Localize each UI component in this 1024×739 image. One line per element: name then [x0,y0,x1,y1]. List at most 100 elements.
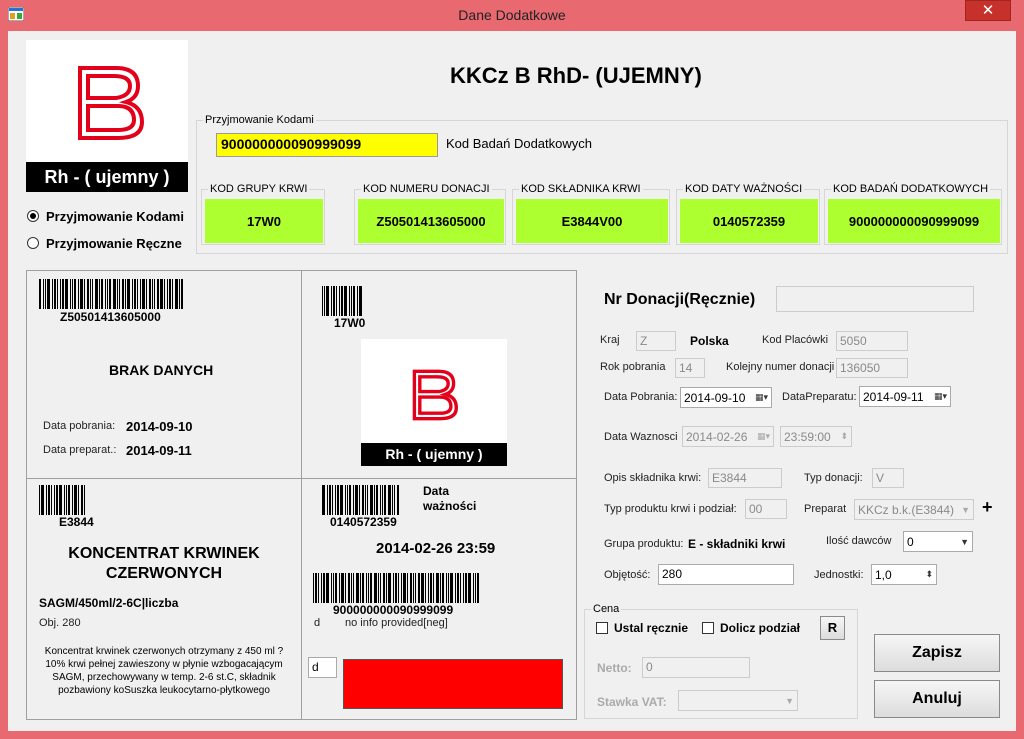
barcode-bar [353,573,354,603]
blood-group-logo: Rh - ( ujemny ) [26,40,188,192]
barcode-bar [84,485,85,515]
barcode-bar [318,573,319,603]
data-waznosci-label: Data Waznosci [604,431,678,443]
time-spinner[interactable]: 23:59:00 ⬍ [780,426,852,447]
mode-reczne-label[interactable]: Przyjmowanie Ręczne [46,236,182,251]
barcode-bar [340,485,343,515]
barcode-bar [56,485,58,515]
ustal-label[interactable]: Ustal ręcznie [614,621,688,635]
barcode-bar [360,573,361,603]
barcode-bar [383,573,385,603]
opis-label: Opis składnika krwi: [604,472,702,484]
netto-label: Netto: [597,661,632,675]
manual-donation-input[interactable] [776,286,974,312]
barcode-bar [169,279,171,309]
barcode-bar [428,573,429,603]
kolejny-input[interactable]: 136050 [836,358,908,378]
codes-group-legend: Przyjmowanie Kodami [205,114,314,126]
typ-donacji-input[interactable]: V [872,468,904,488]
kod-placowki-label: Kod Placówki [762,334,829,346]
dolicz-label[interactable]: Dolicz podział [720,621,800,635]
barcode-bar [60,279,61,309]
barcode-bar [388,573,391,603]
rok-input[interactable]: 14 [675,358,705,378]
component-description: Koncentrat krwinek czerwonych otrzymany … [44,646,284,696]
barcode-bar [331,286,332,316]
manual-title: Nr Donacji(Ręcznie) [604,291,756,308]
barcode-bar [122,279,124,309]
barcode-bar [355,485,358,515]
dolicz-checkbox[interactable] [702,622,714,634]
tests-d-label: d [314,617,321,629]
barcode-bar [43,279,44,309]
data-waznosci-picker[interactable]: 2014-02-26 ▦▾ [682,426,774,447]
close-button[interactable]: ✕ [965,0,1011,21]
data-preparatu-picker[interactable]: 2014-09-11 ▦▾ [859,386,951,407]
tests-code-value: 900000000090999099 [828,199,1000,243]
kraj-label: Kraj [600,334,620,346]
barcode-bar [465,573,467,603]
add-plus-button[interactable]: + [982,497,993,518]
mode-kodami-label[interactable]: Przyjmowanie Kodami [46,209,184,224]
red-indicator [343,659,563,709]
barcode-bar [398,573,399,603]
mode-reczne-radio[interactable] [27,237,39,249]
cancel-button[interactable]: Anuluj [874,680,1000,718]
d-field[interactable]: d [308,657,337,678]
tests-barcode-text: 900000000090999099 [333,603,454,617]
barcode-bar [327,485,328,515]
barcode-bar [331,573,332,603]
barcode-bar [107,279,108,309]
barcode-bar [54,279,56,309]
preparat-select[interactable]: KKCz b.k.(E3844) ▼ [854,499,974,520]
kod-placowki-input[interactable]: 5050 [836,331,908,351]
no-data-label: BRAK DANYCH [109,362,214,378]
jednostki-spinner[interactable]: 1,0 ⬍ [871,564,937,585]
ilosc-select[interactable]: 0 ▼ [903,531,973,552]
barcode-bar [99,279,100,309]
objetosc-input[interactable]: 280 [658,564,794,585]
chevron-down-icon: ▼ [785,695,794,706]
barcode-bar [146,279,147,309]
barcode-bar [418,573,420,603]
barcode-bar [395,573,397,603]
barcode-bar [366,573,367,603]
barcode-bar [321,573,322,603]
component-barcode [39,485,89,515]
barcode-bar [109,279,111,309]
typ-donacji-label: Typ donacji: [804,472,863,484]
barcode-bar [127,279,130,309]
page-title: KKCz B RhD- (UJEMNY) [450,63,702,88]
vat-select[interactable]: ▼ [678,690,798,711]
kraj-input[interactable]: Z [636,331,676,351]
barcode-bar [339,573,340,603]
barcode-bar [436,573,439,603]
tests-code-input[interactable]: 900000000090999099 [216,133,438,157]
netto-input[interactable]: 0 [642,657,750,678]
preparat-label: Data preparat.: [43,444,117,456]
barcode-bar [72,485,73,515]
barcode-bar [337,485,339,515]
barcode-bar [448,573,449,603]
barcode-bar [380,573,381,603]
barcode-bar [351,286,352,316]
r-button[interactable]: R [820,616,845,640]
component-spec: SAGM/450ml/2-6C|liczba [39,596,179,610]
barcode-bar [65,279,68,309]
barcode-bar [362,573,364,603]
barcode-bar [164,279,165,309]
barcode-bar [142,279,145,309]
data-pobrania-picker[interactable]: 2014-09-10 ▦▾ [680,387,772,408]
mode-kodami-radio[interactable] [27,210,39,222]
typ-produktu-input[interactable]: 00 [745,499,787,519]
save-button[interactable]: Zapisz [874,634,1000,672]
ustal-checkbox[interactable] [596,622,608,634]
barcode-bar [70,279,71,309]
chevron-down-icon: ▼ [960,536,969,547]
barcode-bar [357,286,358,316]
barcode-bar [468,573,471,603]
opis-input[interactable]: E3844 [708,468,782,488]
barcode-bar [384,485,386,515]
barcode-bar [181,279,183,309]
preview-logo: Rh - ( ujemny ) [361,339,507,466]
